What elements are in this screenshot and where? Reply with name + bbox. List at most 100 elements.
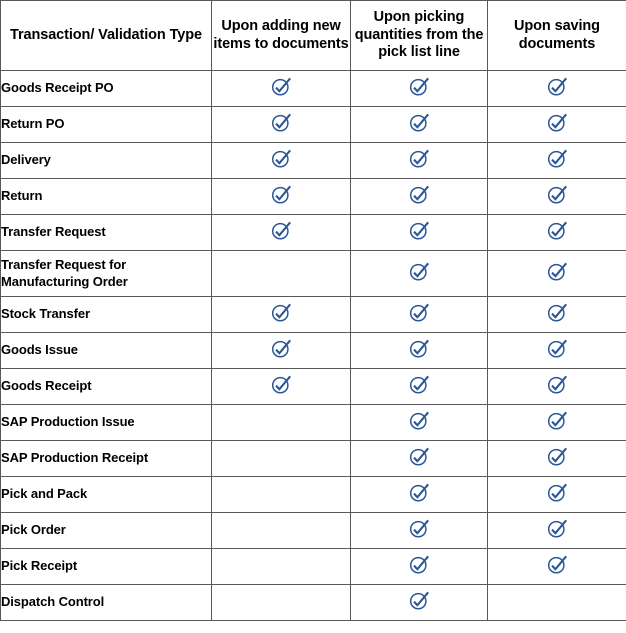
cell-upon-picking-quantities (350, 368, 488, 405)
circled-check-icon (408, 482, 430, 502)
cell-upon-saving-documents (487, 404, 626, 441)
cell-upon-saving-documents (487, 512, 626, 549)
circled-check-icon (546, 446, 568, 466)
circled-check-icon (408, 148, 430, 168)
cell-upon-saving-documents (487, 250, 626, 297)
circled-check-icon (546, 338, 568, 358)
row-label-transaction-type: SAP Production Receipt (0, 440, 212, 477)
circled-check-icon (408, 302, 430, 322)
cell-upon-picking-quantities (350, 250, 488, 297)
circled-check-icon (270, 338, 292, 358)
table-row: Dispatch Control (0, 584, 626, 621)
circled-check-icon (408, 220, 430, 240)
circled-check-icon (546, 518, 568, 538)
table-body: Goods Receipt PO Return PO Delivery Return T… (0, 70, 626, 621)
cell-upon-adding-new-items (211, 440, 351, 477)
cell-upon-saving-documents (487, 106, 626, 143)
table-row: Return (0, 178, 626, 215)
cell-upon-picking-quantities (350, 178, 488, 215)
header-row: Transaction/ Validation Type Upon adding… (0, 0, 626, 71)
table-row: SAP Production Issue (0, 404, 626, 441)
circled-check-icon (408, 261, 430, 281)
circled-check-icon (546, 482, 568, 502)
circled-check-icon (408, 554, 430, 574)
circled-check-icon (546, 554, 568, 574)
row-label-transaction-type: Transfer Request for Manufacturing Order (0, 250, 212, 297)
cell-upon-picking-quantities (350, 70, 488, 107)
cell-upon-adding-new-items (211, 142, 351, 179)
row-label-transaction-type: Return (0, 178, 212, 215)
column-header-upon-adding-new-items: Upon adding new items to documents (211, 0, 351, 71)
cell-upon-adding-new-items (211, 250, 351, 297)
cell-upon-adding-new-items (211, 584, 351, 621)
cell-upon-adding-new-items (211, 214, 351, 251)
circled-check-icon (546, 261, 568, 281)
cell-upon-saving-documents (487, 296, 626, 333)
cell-upon-adding-new-items (211, 368, 351, 405)
table-row: Goods Receipt PO (0, 70, 626, 107)
table-row: Pick and Pack (0, 476, 626, 513)
row-label-transaction-type: Goods Issue (0, 332, 212, 369)
cell-upon-adding-new-items (211, 476, 351, 513)
cell-upon-picking-quantities (350, 512, 488, 549)
circled-check-icon (270, 148, 292, 168)
cell-upon-picking-quantities (350, 404, 488, 441)
cell-upon-picking-quantities (350, 332, 488, 369)
table-header: Transaction/ Validation Type Upon adding… (0, 0, 626, 71)
cell-upon-saving-documents (487, 142, 626, 179)
circled-check-icon (546, 148, 568, 168)
cell-upon-saving-documents (487, 214, 626, 251)
table-row: Transfer Request (0, 214, 626, 251)
validation-matrix-table: Transaction/ Validation Type Upon adding… (0, 0, 626, 621)
cell-upon-saving-documents (487, 332, 626, 369)
table-row: SAP Production Receipt (0, 440, 626, 477)
row-label-transaction-type: Goods Receipt (0, 368, 212, 405)
cell-upon-picking-quantities (350, 476, 488, 513)
row-label-transaction-type: Dispatch Control (0, 584, 212, 621)
table-row: Goods Issue (0, 332, 626, 369)
row-label-transaction-type: Transfer Request (0, 214, 212, 251)
cell-upon-saving-documents (487, 178, 626, 215)
cell-upon-picking-quantities (350, 548, 488, 585)
column-header-upon-picking-quantities: Upon picking quantities from the pick li… (350, 0, 488, 71)
circled-check-icon (270, 184, 292, 204)
cell-upon-adding-new-items (211, 332, 351, 369)
circled-check-icon (408, 590, 430, 610)
column-header-upon-saving-documents: Upon saving documents (487, 0, 626, 71)
cell-upon-picking-quantities (350, 214, 488, 251)
column-header-transaction-type: Transaction/ Validation Type (0, 0, 212, 71)
cell-upon-picking-quantities (350, 584, 488, 621)
row-label-transaction-type: Return PO (0, 106, 212, 143)
cell-upon-picking-quantities (350, 440, 488, 477)
cell-upon-saving-documents (487, 70, 626, 107)
circled-check-icon (546, 76, 568, 96)
cell-upon-saving-documents (487, 584, 626, 621)
circled-check-icon (408, 446, 430, 466)
row-label-transaction-type: Pick Order (0, 512, 212, 549)
cell-upon-adding-new-items (211, 178, 351, 215)
circled-check-icon (270, 112, 292, 132)
circled-check-icon (546, 302, 568, 322)
row-label-transaction-type: Pick and Pack (0, 476, 212, 513)
cell-upon-adding-new-items (211, 106, 351, 143)
cell-upon-adding-new-items (211, 548, 351, 585)
circled-check-icon (546, 410, 568, 430)
circled-check-icon (408, 518, 430, 538)
cell-upon-saving-documents (487, 440, 626, 477)
cell-upon-adding-new-items (211, 296, 351, 333)
circled-check-icon (408, 338, 430, 358)
circled-check-icon (546, 374, 568, 394)
circled-check-icon (546, 220, 568, 240)
cell-upon-saving-documents (487, 476, 626, 513)
table-row: Transfer Request for Manufacturing Order (0, 250, 626, 297)
row-label-transaction-type: Pick Receipt (0, 548, 212, 585)
row-label-transaction-type: Delivery (0, 142, 212, 179)
cell-upon-saving-documents (487, 548, 626, 585)
table-row: Stock Transfer (0, 296, 626, 333)
circled-check-icon (546, 112, 568, 132)
circled-check-icon (408, 112, 430, 132)
circled-check-icon (408, 374, 430, 394)
cell-upon-picking-quantities (350, 106, 488, 143)
circled-check-icon (408, 410, 430, 430)
cell-upon-picking-quantities (350, 142, 488, 179)
